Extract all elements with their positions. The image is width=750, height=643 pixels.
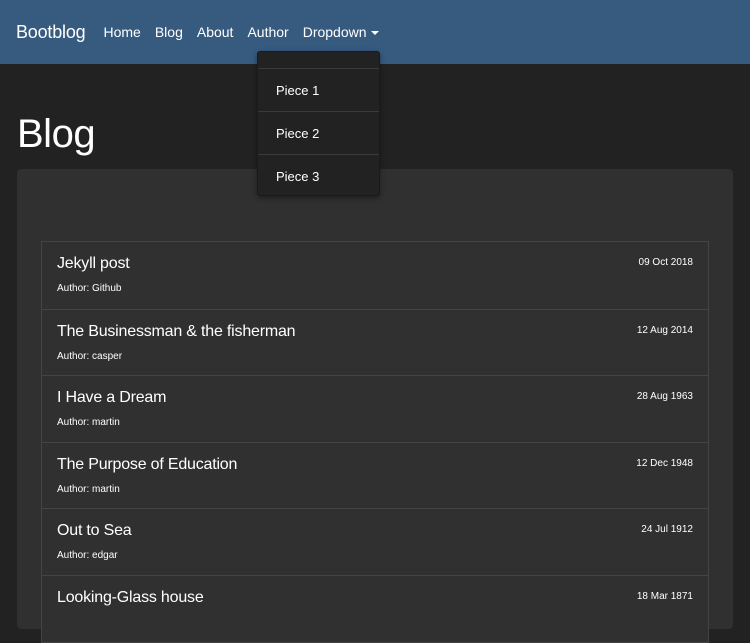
post-author: Author: edgar [57, 550, 118, 562]
post-title[interactable]: Jekyll post [57, 255, 130, 273]
dropdown-item-piece-2[interactable]: Piece 2 [258, 111, 379, 154]
post-item[interactable]: Out to Sea Author: edgar 24 Jul 1912 [42, 508, 708, 575]
post-date: 24 Jul 1912 [641, 524, 693, 536]
page-title: Blog [17, 112, 96, 156]
post-date: 09 Oct 2018 [638, 257, 693, 268]
post-author: Author: martin [57, 483, 120, 495]
nav-link-home[interactable]: Home [103, 24, 140, 40]
post-item[interactable]: Jekyll post Author: Github 09 Oct 2018 [42, 242, 708, 309]
nav-link-about[interactable]: About [197, 24, 234, 40]
dropdown-item-piece-3[interactable]: Piece 3 [258, 154, 379, 197]
post-title[interactable]: The Businessman & the fisherman [57, 323, 296, 341]
post-item[interactable]: I Have a Dream Author: martin 28 Aug 196… [42, 375, 708, 442]
post-date: 28 Aug 1963 [636, 391, 693, 403]
nav-dropdown-label: Dropdown [302, 24, 367, 40]
post-date: 18 Mar 1871 [636, 590, 693, 602]
nav-dropdown-toggle[interactable]: Dropdown [303, 24, 379, 40]
post-item[interactable]: Looking-Glass house 18 Mar 1871 [42, 574, 708, 642]
post-date: 12 Dec 1948 [636, 457, 693, 469]
post-author: Author: Github [57, 283, 122, 294]
post-author: Author: casper [57, 350, 123, 362]
dropdown-menu: Piece 1 Piece 2 Piece 3 [257, 51, 380, 196]
post-title[interactable]: I Have a Dream [57, 389, 166, 407]
nav-link-author[interactable]: Author [247, 24, 288, 40]
posts-card: Jekyll post Author: Github 09 Oct 2018 T… [17, 169, 733, 643]
dropdown-item-piece-1[interactable]: Piece 1 [258, 68, 379, 111]
nav-link-blog[interactable]: Blog [155, 24, 183, 40]
posts-list: Jekyll post Author: Github 09 Oct 2018 T… [41, 241, 709, 643]
caret-down-icon [370, 30, 379, 35]
post-title[interactable]: The Purpose of Education [57, 456, 237, 474]
post-title[interactable]: Out to Sea [57, 522, 132, 540]
navbar-brand[interactable]: Bootblog [16, 22, 86, 43]
post-item[interactable]: The Businessman & the fisherman Author: … [42, 308, 708, 376]
post-date: 12 Aug 2014 [636, 324, 693, 336]
post-item[interactable]: The Purpose of Education Author: martin … [42, 441, 708, 509]
post-author: Author: martin [57, 417, 120, 429]
post-title[interactable]: Looking-Glass house [57, 589, 204, 607]
